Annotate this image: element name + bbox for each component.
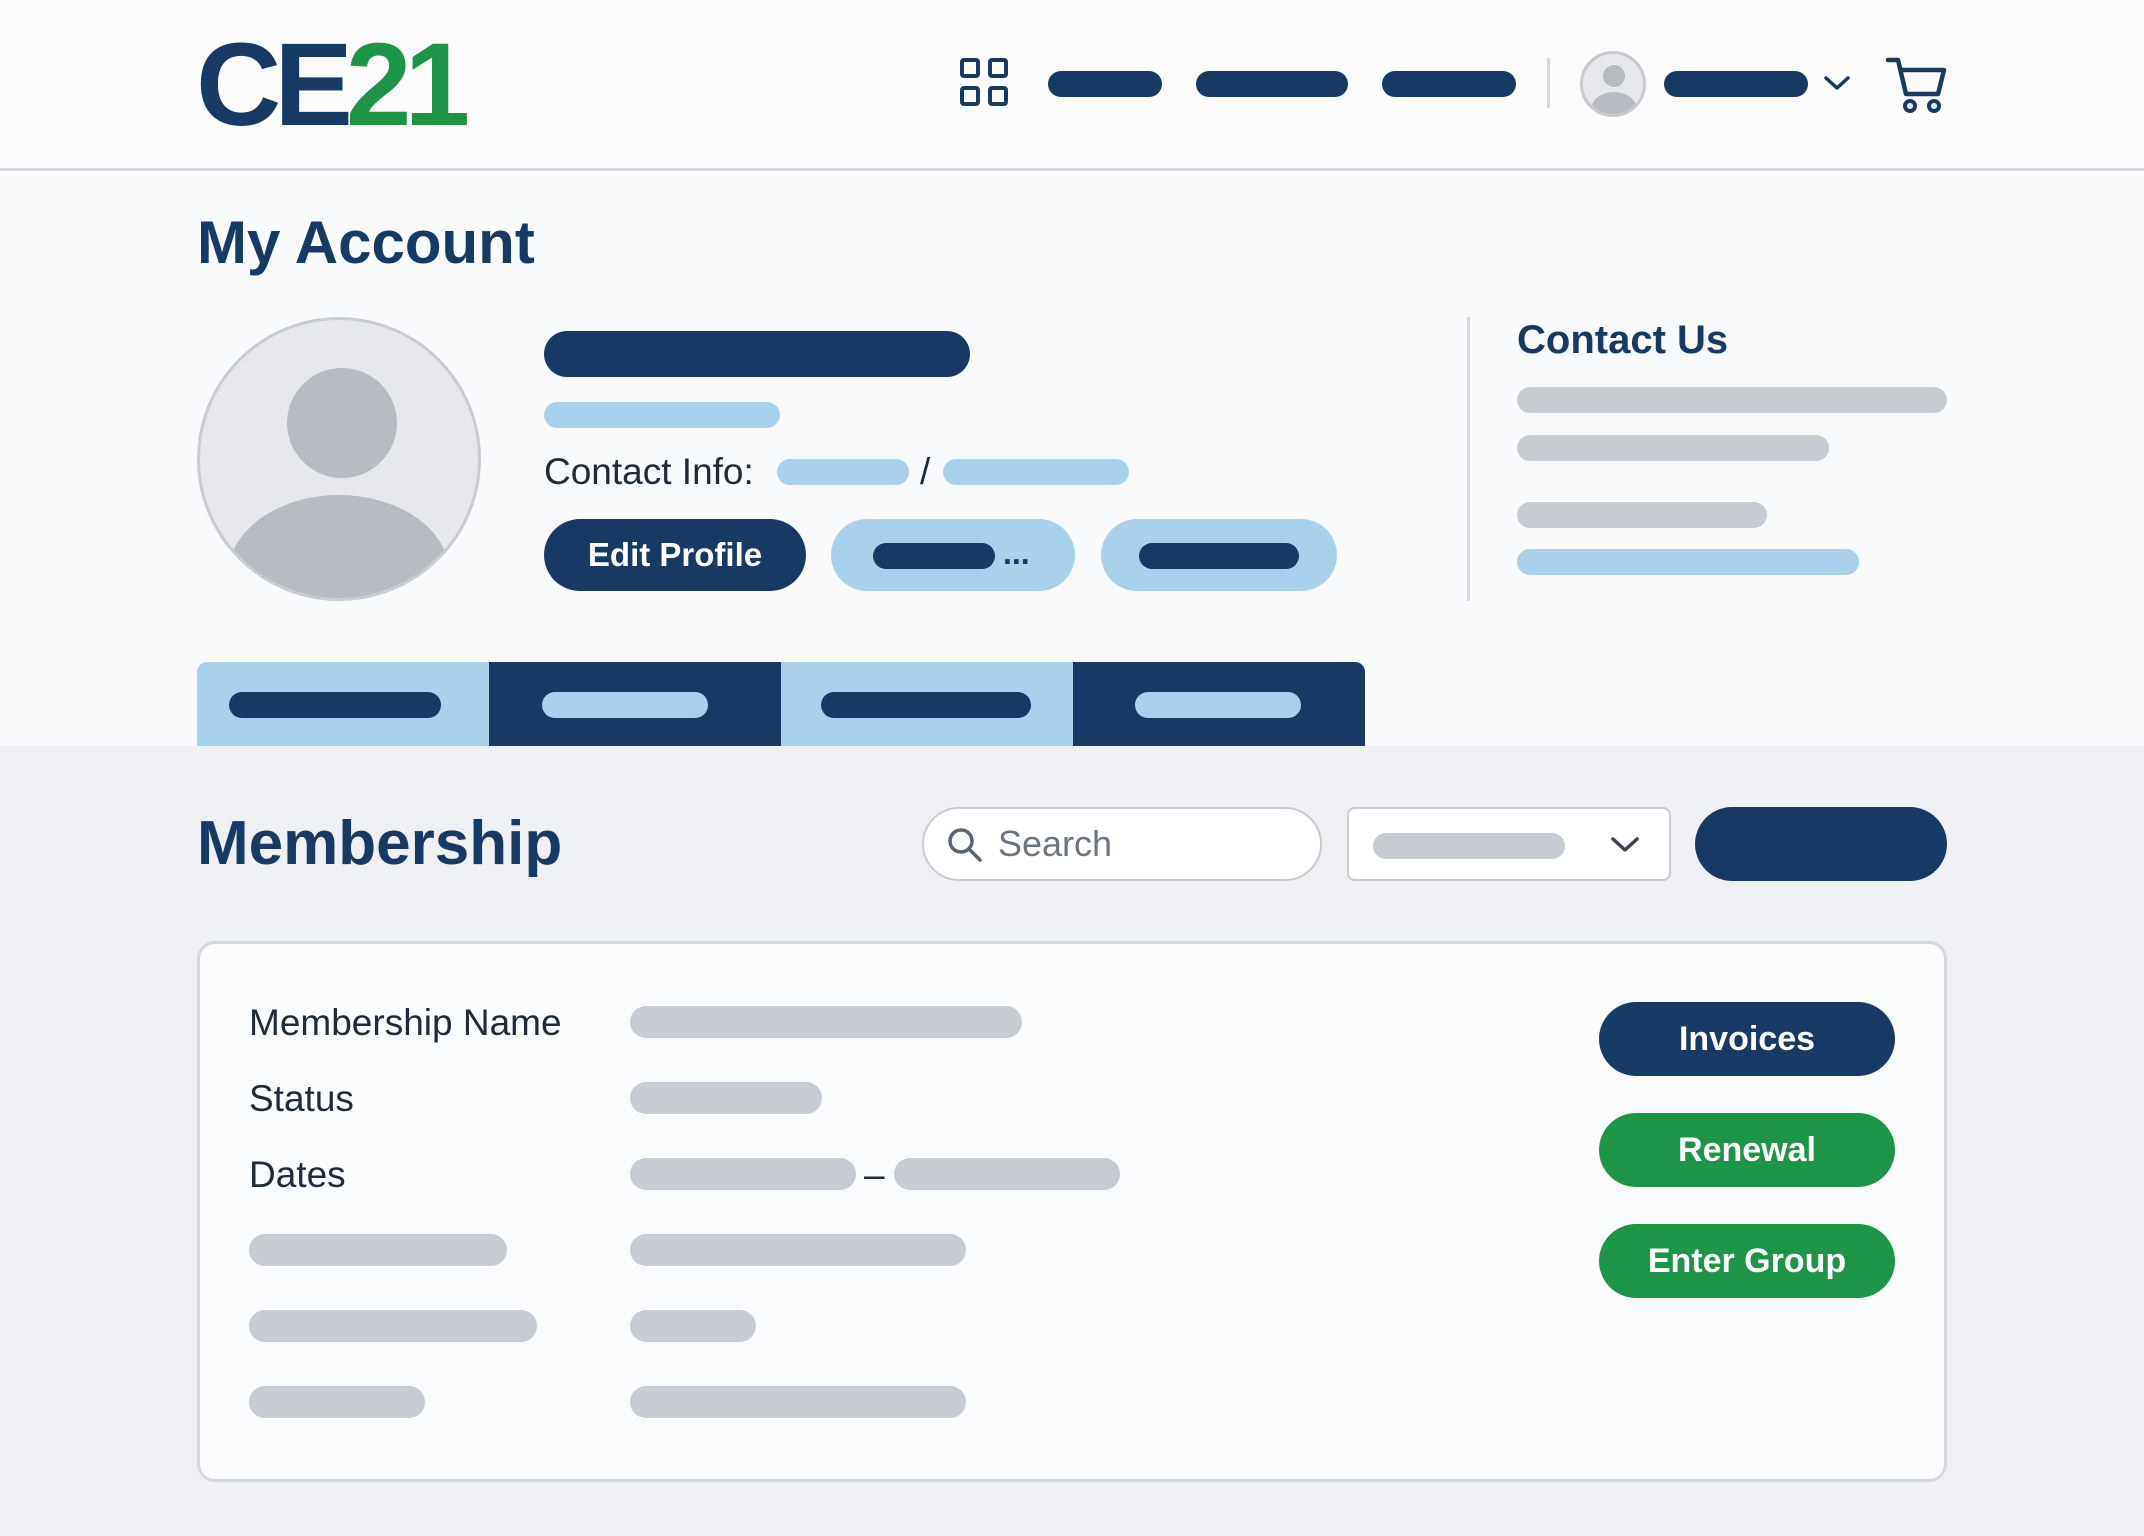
detail-value-4 — [630, 1234, 966, 1266]
contact-line-2 — [1517, 435, 1829, 461]
contact-link[interactable] — [1517, 549, 1859, 575]
detail-label-4 — [249, 1234, 507, 1266]
chevron-down-icon — [1611, 837, 1639, 852]
tab-label — [1135, 692, 1301, 718]
profile-action-button-2[interactable]: ... — [831, 519, 1075, 591]
logo-text-ce: CE — [196, 19, 353, 151]
button-label-placeholder — [1139, 543, 1299, 569]
grid-icon[interactable] — [960, 58, 1012, 110]
contact-info-label: Contact Info: — [544, 451, 754, 492]
ce21-logo[interactable]: CE21 — [196, 26, 470, 144]
contact-us-title: Contact Us — [1517, 318, 1729, 362]
contact-line-1 — [1517, 387, 1947, 413]
membership-title: Membership — [197, 809, 563, 878]
dates-separator: – — [864, 1154, 885, 1195]
nav-link-2[interactable] — [1196, 71, 1348, 97]
tab-label — [821, 692, 1031, 718]
renewal-button[interactable]: Renewal — [1599, 1113, 1895, 1187]
search-icon — [948, 828, 982, 862]
filter-select[interactable] — [1347, 807, 1671, 881]
detail-label-6 — [249, 1386, 425, 1418]
chevron-down-icon[interactable] — [1822, 72, 1852, 94]
dates-label: Dates — [249, 1154, 346, 1195]
end-date-value — [894, 1158, 1120, 1190]
cart-icon[interactable] — [1884, 54, 1948, 114]
start-date-value — [630, 1158, 856, 1190]
profile-action-button-3[interactable] — [1101, 519, 1337, 591]
logo-text-21: 21 — [345, 19, 470, 151]
search-input[interactable]: Search — [922, 807, 1322, 881]
tab-4[interactable] — [1073, 662, 1365, 746]
contact-separator: / — [920, 451, 931, 492]
invoices-button[interactable]: Invoices — [1599, 1002, 1895, 1076]
tab-1[interactable] — [197, 662, 489, 746]
nav-link-1[interactable] — [1048, 71, 1162, 97]
contact-line-3 — [1517, 502, 1767, 528]
enter-group-button[interactable]: Enter Group — [1599, 1224, 1895, 1298]
user-avatar-icon[interactable] — [1580, 51, 1646, 117]
profile-avatar — [197, 317, 481, 601]
top-header: CE21 — [0, 0, 2144, 171]
search-placeholder: Search — [998, 823, 1113, 864]
user-name[interactable] — [1664, 71, 1808, 97]
membership-name-value — [630, 1006, 1022, 1038]
profile-subtitle — [544, 402, 780, 428]
page-title: My Account — [197, 209, 535, 276]
contact-divider — [1467, 317, 1470, 601]
ellipsis: ... — [1003, 535, 1030, 571]
detail-value-6 — [630, 1386, 966, 1418]
membership-name-label: Membership Name — [249, 1002, 562, 1043]
edit-profile-button[interactable]: Edit Profile — [544, 519, 806, 591]
membership-primary-button[interactable] — [1695, 807, 1947, 881]
profile-name — [544, 331, 970, 377]
tab-2[interactable] — [489, 662, 781, 746]
select-value — [1373, 833, 1565, 859]
header-divider — [1547, 58, 1550, 108]
contact-phone-link[interactable] — [943, 459, 1129, 485]
status-label: Status — [249, 1078, 354, 1119]
tab-label — [229, 692, 441, 718]
detail-label-5 — [249, 1310, 537, 1342]
nav-link-3[interactable] — [1382, 71, 1516, 97]
contact-email-link[interactable] — [777, 459, 909, 485]
button-label-placeholder — [873, 543, 995, 569]
tab-label — [542, 692, 708, 718]
tab-3[interactable] — [781, 662, 1073, 746]
status-value — [630, 1082, 822, 1114]
detail-value-5 — [630, 1310, 756, 1342]
